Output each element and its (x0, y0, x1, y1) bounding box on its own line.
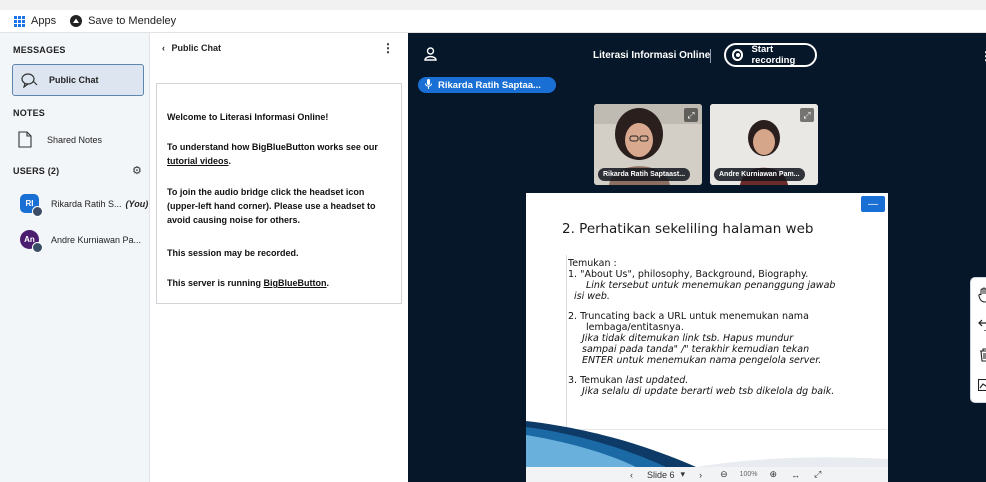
public-chat-label: Public Chat (49, 75, 99, 85)
browser-top-strip (0, 0, 986, 10)
avatar: An (20, 230, 43, 253)
expand-video-icon[interactable]: ⤢ (684, 108, 698, 122)
user-row[interactable]: An Andre Kurniawan Pa... (20, 230, 142, 253)
bookmark-apps-label: Apps (31, 15, 57, 27)
mic-status-icon (32, 242, 43, 253)
user-list-panel: MESSAGES Public Chat NOTES Shared Notes … (0, 33, 150, 482)
undo-icon[interactable] (976, 316, 986, 334)
microphone-icon (425, 78, 432, 92)
slide-selector[interactable]: Slide 6 (647, 470, 675, 480)
expand-video-icon[interactable]: ⤢ (800, 108, 814, 122)
public-chat-item[interactable]: Public Chat (12, 64, 144, 96)
fit-to-width-icon[interactable]: ↔ (791, 470, 800, 480)
talking-indicator[interactable]: Rikarda Ratih Saptaa... (418, 77, 556, 93)
welcome-line: This session may be recorded. (167, 248, 299, 258)
zoom-in-icon[interactable]: ⊕ (770, 469, 778, 480)
webcam-video[interactable]: ⤢ Rikarda Ratih Saptaast... (594, 104, 702, 185)
tutorial-videos-link[interactable]: tutorial videos (167, 156, 229, 166)
start-recording-button[interactable]: Start recording (724, 43, 817, 67)
chat-panel: ‹ Public Chat ⋮ Welcome to Literasi Info… (150, 33, 408, 482)
welcome-line: This server is running BigBlueButton. (167, 278, 330, 288)
slide-controls-bar: ‹ Slide 6 ▾ › ⊖ 100% ⊕ ↔ ⤢ (526, 467, 888, 482)
fullscreen-icon[interactable]: ⤢ (814, 469, 821, 480)
multi-user-whiteboard-icon[interactable] (976, 376, 986, 394)
notes-file-icon (18, 131, 32, 148)
chat-title: Public Chat (171, 43, 222, 53)
whiteboard-toolbar (970, 277, 986, 403)
mic-status-icon (32, 206, 43, 217)
welcome-message: Welcome to Literasi Informasi Online! To… (156, 83, 402, 304)
webcam-video[interactable]: ⤢ Andre Kurniawan Pam... (710, 104, 818, 185)
next-slide-button[interactable]: › (699, 470, 702, 480)
start-recording-label: Start recording (751, 44, 796, 66)
welcome-line: To understand how BigBlueButton works se… (167, 142, 378, 166)
user-name: Andre Kurniawan Pa... (51, 234, 142, 245)
chat-bubbles-icon (21, 72, 39, 88)
presentation-stage: Literasi Informasi Online Start recordin… (408, 33, 986, 482)
bookmark-mendeley-label: Save to Mendeley (88, 15, 177, 27)
bigbluebutton-link[interactable]: BigBlueButton (264, 278, 327, 288)
shared-notes-item[interactable]: Shared Notes (18, 131, 102, 148)
minimize-presentation-button[interactable]: — (861, 196, 885, 212)
bookmarks-bar: Apps Save to Mendeley (0, 10, 986, 33)
title-divider (710, 49, 711, 63)
webcam-name-label: Andre Kurniawan Pam... (714, 168, 805, 181)
talker-name: Rikarda Ratih Saptaa... (438, 79, 541, 91)
avatar: RI (20, 194, 43, 217)
user-name: Rikarda Ratih S... (51, 198, 122, 209)
options-kebab-icon[interactable]: ⋮ (980, 49, 986, 63)
chat-back-button[interactable]: ‹ Public Chat (162, 43, 221, 53)
slide-wave-decoration (526, 421, 888, 467)
welcome-line: To join the audio bridge click the heads… (167, 187, 376, 225)
bookmark-mendeley[interactable]: Save to Mendeley (70, 15, 176, 27)
zoom-out-icon[interactable]: ⊖ (720, 469, 728, 480)
apps-grid-icon (14, 15, 25, 27)
bookmark-apps[interactable]: Apps (14, 15, 56, 27)
slide-body: Temukan : 1. "About Us", philosophy, Bac… (568, 258, 836, 397)
notes-section-title: NOTES (13, 108, 46, 118)
meeting-title: Literasi Informasi Online (593, 50, 711, 61)
slide-title: 2. Perhatikan sekeliling halaman web (562, 221, 814, 237)
webcam-name-label: Rikarda Ratih Saptaast... (598, 168, 691, 181)
chevron-left-icon: ‹ (162, 43, 165, 53)
messages-section-title: MESSAGES (13, 45, 66, 55)
user-row[interactable]: RI Rikarda Ratih S... (You) (20, 194, 149, 217)
user-you-tag: (You) (125, 198, 149, 209)
presentation-slide: — 2. Perhatikan sekeliling halaman web T… (526, 193, 888, 467)
shared-notes-label: Shared Notes (47, 134, 103, 145)
chat-options-kebab-icon[interactable]: ⋮ (382, 41, 394, 55)
zoom-level: 100% (739, 471, 758, 478)
gear-icon[interactable]: ⚙ (132, 164, 142, 177)
user-settings-icon[interactable] (424, 47, 437, 61)
hand-tool-icon[interactable] (976, 286, 986, 304)
record-icon (732, 49, 744, 61)
previous-slide-button[interactable]: ‹ (630, 470, 633, 480)
trash-icon[interactable] (976, 346, 986, 364)
welcome-line: Welcome to Literasi Informasi Online! (167, 112, 329, 122)
mendeley-icon (70, 15, 83, 27)
users-section-title: USERS (2) (13, 166, 60, 176)
chevron-down-icon[interactable]: ▾ (681, 469, 686, 480)
